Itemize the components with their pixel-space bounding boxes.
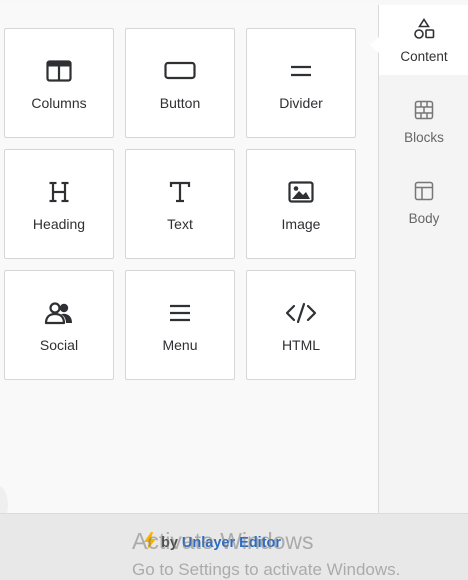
social-icon [43,297,75,329]
content-panel: Columns Button Divider Heading Text Imag… [0,5,378,525]
tab-label: Body [408,210,440,226]
tool-label: Menu [162,337,198,353]
tool-label: Columns [31,95,87,111]
sidebar-tabs: Content Blocks Body [369,5,468,513]
tool-social[interactable]: Social [4,270,114,380]
tab-content[interactable]: Content [369,5,468,75]
tool-label: Heading [32,216,86,232]
html-icon [285,297,317,329]
tool-label: Button [159,95,201,111]
tool-columns[interactable]: Columns [4,28,114,138]
divider-icon [285,55,317,87]
columns-icon [43,55,75,87]
tab-body[interactable]: Body [379,167,468,237]
tool-heading[interactable]: Heading [4,149,114,259]
by-text: by [161,535,178,551]
tool-label: Image [281,216,321,232]
tab-label: Blocks [404,129,444,145]
tool-divider[interactable]: Divider [246,28,356,138]
tool-html[interactable]: HTML [246,270,356,380]
blocks-icon [412,98,436,122]
tab-blocks[interactable]: Blocks [379,86,468,156]
heading-icon [43,176,75,208]
bolt-icon [143,532,157,554]
tool-text[interactable]: Text [125,149,235,259]
branding[interactable]: by Unlayer Editor [143,532,281,554]
tool-button[interactable]: Button [125,28,235,138]
tool-grid: Columns Button Divider Heading Text Imag… [4,28,356,380]
tool-label: Divider [279,95,323,111]
unlayer-editor-link[interactable]: Unlayer Editor [182,535,281,551]
footer-bar: by Unlayer Editor Activate Windows Go to… [0,513,468,580]
tool-menu[interactable]: Menu [125,270,235,380]
body-layout-icon [412,179,436,203]
activation-watermark-subtitle: Go to Settings to activate Windows. [132,560,401,579]
tool-label: HTML [281,337,321,353]
shapes-icon [412,17,436,41]
text-icon [164,176,196,208]
image-icon [285,176,317,208]
tool-label: Social [39,337,79,353]
tool-image[interactable]: Image [246,149,356,259]
menu-icon [164,297,196,329]
tab-label: Content [400,48,448,64]
button-icon [164,55,196,87]
tool-label: Text [167,216,193,232]
